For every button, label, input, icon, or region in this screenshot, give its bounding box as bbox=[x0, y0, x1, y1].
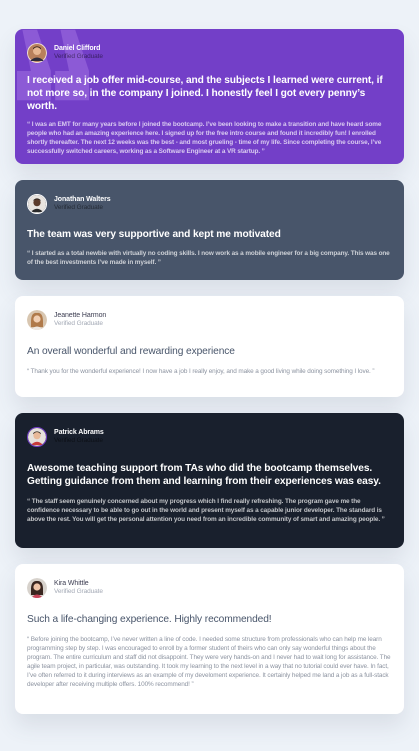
author-role: Verified Graduate bbox=[54, 437, 103, 445]
author-role: Verified Graduate bbox=[54, 320, 103, 328]
author-role: Verified Graduate bbox=[54, 204, 103, 212]
testimonial-header: Jeanette Harmon Verified Graduate bbox=[27, 310, 392, 330]
author-role: Verified Graduate bbox=[54, 588, 103, 596]
testimonial-headline: An overall wonderful and rewarding exper… bbox=[27, 346, 235, 357]
testimonial-header: Kira Whittle Verified Graduate bbox=[27, 578, 392, 598]
testimonial-header: Jonathan Walters Verified Graduate bbox=[27, 194, 392, 214]
testimonial-card: Patrick Abrams Verified Graduate Awesome… bbox=[15, 413, 404, 548]
testimonial-body: “ I was an EMT for many years before I j… bbox=[27, 121, 382, 155]
testimonial-headline: I received a job offer mid-course, and t… bbox=[27, 75, 383, 112]
testimonial-header: Daniel Clifford Verified Graduate bbox=[27, 43, 392, 63]
person-avatar-icon bbox=[27, 578, 47, 598]
author-role: Verified Graduate bbox=[54, 53, 103, 61]
testimonial-header: Patrick Abrams Verified Graduate bbox=[27, 427, 392, 447]
testimonial-headline: Such a life-changing experience. Highly … bbox=[27, 614, 272, 625]
testimonial-body: “ I started as a total newbie with virtu… bbox=[27, 250, 390, 266]
author-name: Jeanette Harmon bbox=[54, 311, 107, 319]
testimonial-body: “ The staff seem genuinely concerned abo… bbox=[27, 498, 385, 523]
author-name: Kira Whittle bbox=[54, 579, 89, 587]
testimonial-headline: The team was very supportive and kept me… bbox=[27, 229, 281, 240]
testimonial-card: Kira Whittle Verified Graduate Such a li… bbox=[15, 564, 404, 714]
testimonial-body: “ Before joining the bootcamp, I’ve neve… bbox=[27, 636, 391, 688]
testimonial-headline: Awesome teaching support from TAs who di… bbox=[27, 463, 381, 487]
testimonial-card: Jeanette Harmon Verified Graduate An ove… bbox=[15, 296, 404, 397]
author-name: Jonathan Walters bbox=[54, 195, 111, 203]
testimonial-body: “ Thank you for the wonderful experience… bbox=[27, 368, 375, 375]
person-avatar-icon bbox=[27, 427, 47, 447]
testimonial-card: Jonathan Walters Verified Graduate The t… bbox=[15, 180, 404, 280]
person-avatar-icon bbox=[27, 310, 47, 330]
testimonial-card: Daniel Clifford Verified Graduate I rece… bbox=[15, 29, 404, 164]
person-avatar-icon bbox=[27, 43, 47, 63]
author-name: Patrick Abrams bbox=[54, 428, 104, 436]
person-avatar-icon bbox=[27, 194, 47, 214]
author-name: Daniel Clifford bbox=[54, 44, 101, 52]
testimonials-list: Daniel Clifford Verified Graduate I rece… bbox=[15, 29, 404, 714]
